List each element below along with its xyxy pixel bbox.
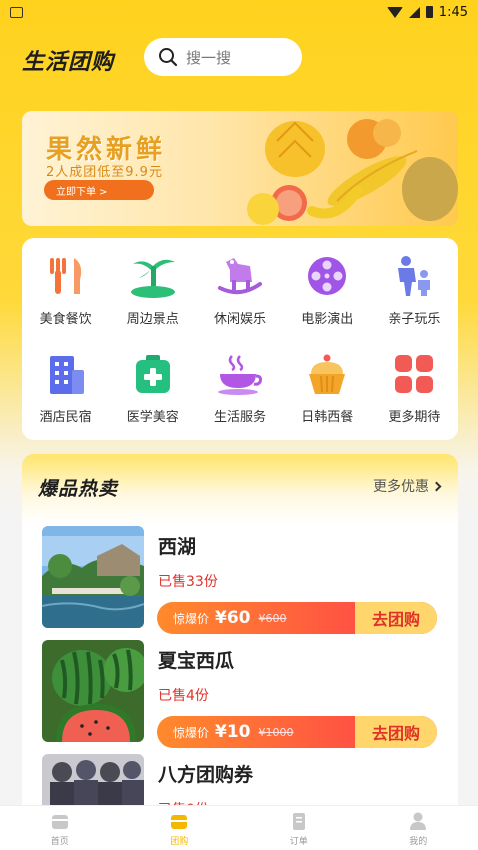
- tab-profile[interactable]: 我的: [359, 806, 478, 850]
- category-label: 亲子玩乐: [388, 312, 441, 327]
- banner-order-button[interactable]: 立即下单 >: [44, 180, 154, 200]
- category-card: 美食餐饮 周边景点 休闲娱乐 电影演出 亲子玩乐 酒店民宿 医学美容 生活服务 …: [22, 238, 458, 440]
- medical-kit-icon: [129, 350, 177, 398]
- status-right: 1:45: [386, 4, 468, 20]
- current-price: ¥10: [215, 722, 251, 742]
- category-movie[interactable]: 电影演出: [284, 246, 371, 344]
- page-title: 生活团购: [22, 50, 115, 75]
- current-price: ¥60: [215, 608, 251, 628]
- product-card[interactable]: 夏宝西瓜 已售4份 惊爆价 ¥10 ¥1000 去团购: [42, 640, 438, 748]
- status-time: 1:45: [438, 4, 468, 20]
- rocking-horse-icon: [216, 252, 264, 300]
- original-price: ¥600: [258, 611, 287, 625]
- profile-icon: [410, 812, 427, 830]
- palm-tree-icon: [129, 252, 177, 300]
- category-hotel[interactable]: 酒店民宿: [22, 344, 109, 442]
- banner-subtitle: 2人成团低至9.9元: [46, 165, 163, 180]
- category-food[interactable]: 美食餐饮: [22, 246, 109, 344]
- hot-products-section: 爆品热卖 更多优惠 西湖 已售33份 惊爆价 ¥60 ¥600 去团购 夏宝西瓜…: [22, 454, 458, 814]
- category-western-food[interactable]: 日韩西餐: [284, 344, 371, 442]
- parent-child-icon: [390, 252, 438, 300]
- search-placeholder: 搜一搜: [186, 48, 232, 67]
- image-notification-icon: [10, 6, 23, 18]
- product-image-west-lake[interactable]: [42, 526, 144, 628]
- original-price: ¥1000: [258, 725, 294, 739]
- category-label: 美食餐饮: [39, 312, 92, 327]
- tab-label: 订单: [289, 837, 308, 847]
- category-label: 医学美容: [126, 410, 179, 425]
- category-label: 日韩西餐: [301, 410, 354, 425]
- battery-icon: [425, 6, 433, 18]
- category-more[interactable]: 更多期待: [371, 344, 458, 442]
- hotel-icon: [42, 350, 90, 398]
- wifi-icon: [386, 6, 403, 18]
- search-input[interactable]: 搜一搜: [144, 38, 302, 76]
- price-bar: 惊爆价 ¥10 ¥1000 去团购: [157, 716, 437, 748]
- category-life-service[interactable]: 生活服务: [196, 344, 283, 442]
- film-reel-icon: [303, 252, 351, 300]
- grid-more-icon: [390, 350, 438, 398]
- fruit-illustration: [247, 119, 458, 225]
- more-deals-link[interactable]: 更多优惠: [373, 476, 442, 496]
- tab-orders[interactable]: 订单: [239, 806, 359, 850]
- category-grid: 美食餐饮 周边景点 休闲娱乐 电影演出 亲子玩乐 酒店民宿 医学美容 生活服务 …: [22, 238, 458, 440]
- tab-home[interactable]: 首页: [0, 806, 120, 850]
- tab-label: 我的: [409, 837, 428, 847]
- chevron-right-icon: [431, 481, 442, 491]
- section-title: 爆品热卖: [38, 478, 119, 500]
- group-buy-icon: [171, 815, 188, 829]
- coffee-cup-icon: [216, 350, 264, 398]
- header: 生活团购 搜一搜: [0, 38, 478, 78]
- category-medical-beauty[interactable]: 医学美容: [109, 344, 196, 442]
- status-bar: 1:45: [0, 0, 478, 24]
- group-buy-button[interactable]: 去团购: [355, 716, 437, 748]
- product-card[interactable]: 西湖 已售33份 惊爆价 ¥60 ¥600 去团购: [42, 526, 438, 634]
- tab-label: 首页: [50, 837, 69, 847]
- category-family[interactable]: 亲子玩乐: [371, 246, 458, 344]
- group-buy-button[interactable]: 去团购: [355, 602, 437, 634]
- category-label: 酒店民宿: [39, 410, 92, 425]
- utensils-icon: [42, 252, 90, 300]
- promo-banner[interactable]: 果然新鲜 2人成团低至9.9元 立即下单 >: [22, 111, 458, 226]
- search-icon: [159, 48, 178, 67]
- category-label: 更多期待: [388, 410, 441, 425]
- home-icon: [51, 815, 68, 829]
- price-tag: 惊爆价: [173, 725, 210, 740]
- category-label: 休闲娱乐: [213, 312, 266, 327]
- category-label: 周边景点: [126, 312, 179, 327]
- more-deals-label: 更多优惠: [373, 479, 429, 495]
- tab-label: 团购: [170, 837, 189, 847]
- product-name: 夏宝西瓜: [158, 650, 235, 672]
- cupcake-icon: [303, 350, 351, 398]
- product-sold-count: 已售33份: [158, 574, 218, 590]
- product-sold-count: 已售4份: [158, 688, 209, 704]
- product-name: 西湖: [158, 536, 197, 558]
- category-scenic[interactable]: 周边景点: [109, 246, 196, 344]
- price-bar: 惊爆价 ¥60 ¥600 去团购: [157, 602, 437, 634]
- price-tag: 惊爆价: [173, 611, 210, 626]
- signal-icon: [408, 6, 420, 18]
- product-name: 八方团购券: [158, 764, 254, 786]
- category-label: 生活服务: [213, 410, 266, 425]
- order-icon: [292, 813, 305, 830]
- category-label: 电影演出: [301, 312, 354, 327]
- tab-group-buy[interactable]: 团购: [120, 806, 240, 850]
- bottom-tab-bar: 首页 团购 订单 我的: [0, 805, 478, 850]
- product-image-watermelon[interactable]: [42, 640, 144, 742]
- category-leisure[interactable]: 休闲娱乐: [196, 246, 283, 344]
